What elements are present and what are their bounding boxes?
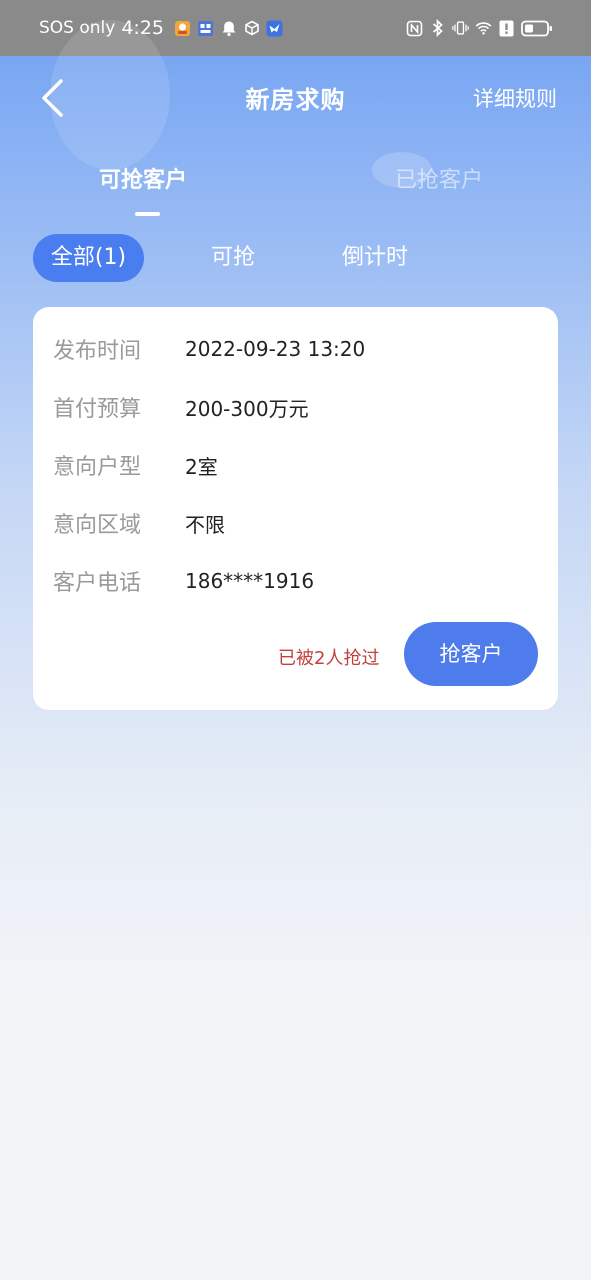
publish-time-label: 发布时间 [53,339,142,364]
row-area: 意向区域 不限 [53,505,225,541]
row-phone: 客户电话 186****1916 [53,563,314,599]
customer-card: 发布时间 2022-09-23 13:20 首付预算 200-300万元 意向户… [33,307,558,710]
status-right [406,0,553,56]
app-notification-icon [174,20,191,37]
bell-icon [220,20,237,37]
row-publish-time: 发布时间 2022-09-23 13:20 [53,331,365,367]
bluetooth-icon [429,19,446,37]
alert-icon [498,20,515,37]
box-icon [243,20,260,37]
card-notification-icon [197,20,214,37]
back-button[interactable] [32,76,72,120]
rules-link[interactable]: 详细规则 [473,83,557,113]
area-label: 意向区域 [53,513,142,538]
phone-value: 186****1916 [185,569,315,593]
publish-time-value: 2022-09-23 13:20 [185,337,366,361]
chevron-left-icon [40,78,64,118]
vibrate-icon [452,20,469,37]
battery-icon [521,20,553,37]
area-value: 不限 [185,512,225,537]
house-type-label: 意向户型 [53,455,142,480]
wifi-icon [475,20,492,37]
row-house-type: 意向户型 2室 [53,447,218,483]
filter-countdown[interactable]: 倒计时 [342,234,408,282]
bird-app-icon [266,20,283,37]
down-payment-value: 200-300万元 [185,396,309,421]
filter-grabbable[interactable]: 可抢 [211,234,255,282]
tab-grabbable-customers[interactable]: 可抢客户 [99,162,187,194]
grabbed-count-text: 已被2人抢过 [278,648,380,669]
filter-all[interactable]: 全部(1) [33,234,144,282]
tab-active-indicator [135,212,160,216]
phone-label: 客户电话 [53,571,142,596]
down-payment-label: 首付预算 [53,397,142,422]
row-down-payment: 首付预算 200-300万元 [53,389,309,425]
grab-customer-button[interactable]: 抢客户 [404,622,538,686]
tab-grabbed-customers[interactable]: 已抢客户 [395,162,483,194]
nfc-icon [406,20,423,37]
house-type-value: 2室 [185,454,218,479]
